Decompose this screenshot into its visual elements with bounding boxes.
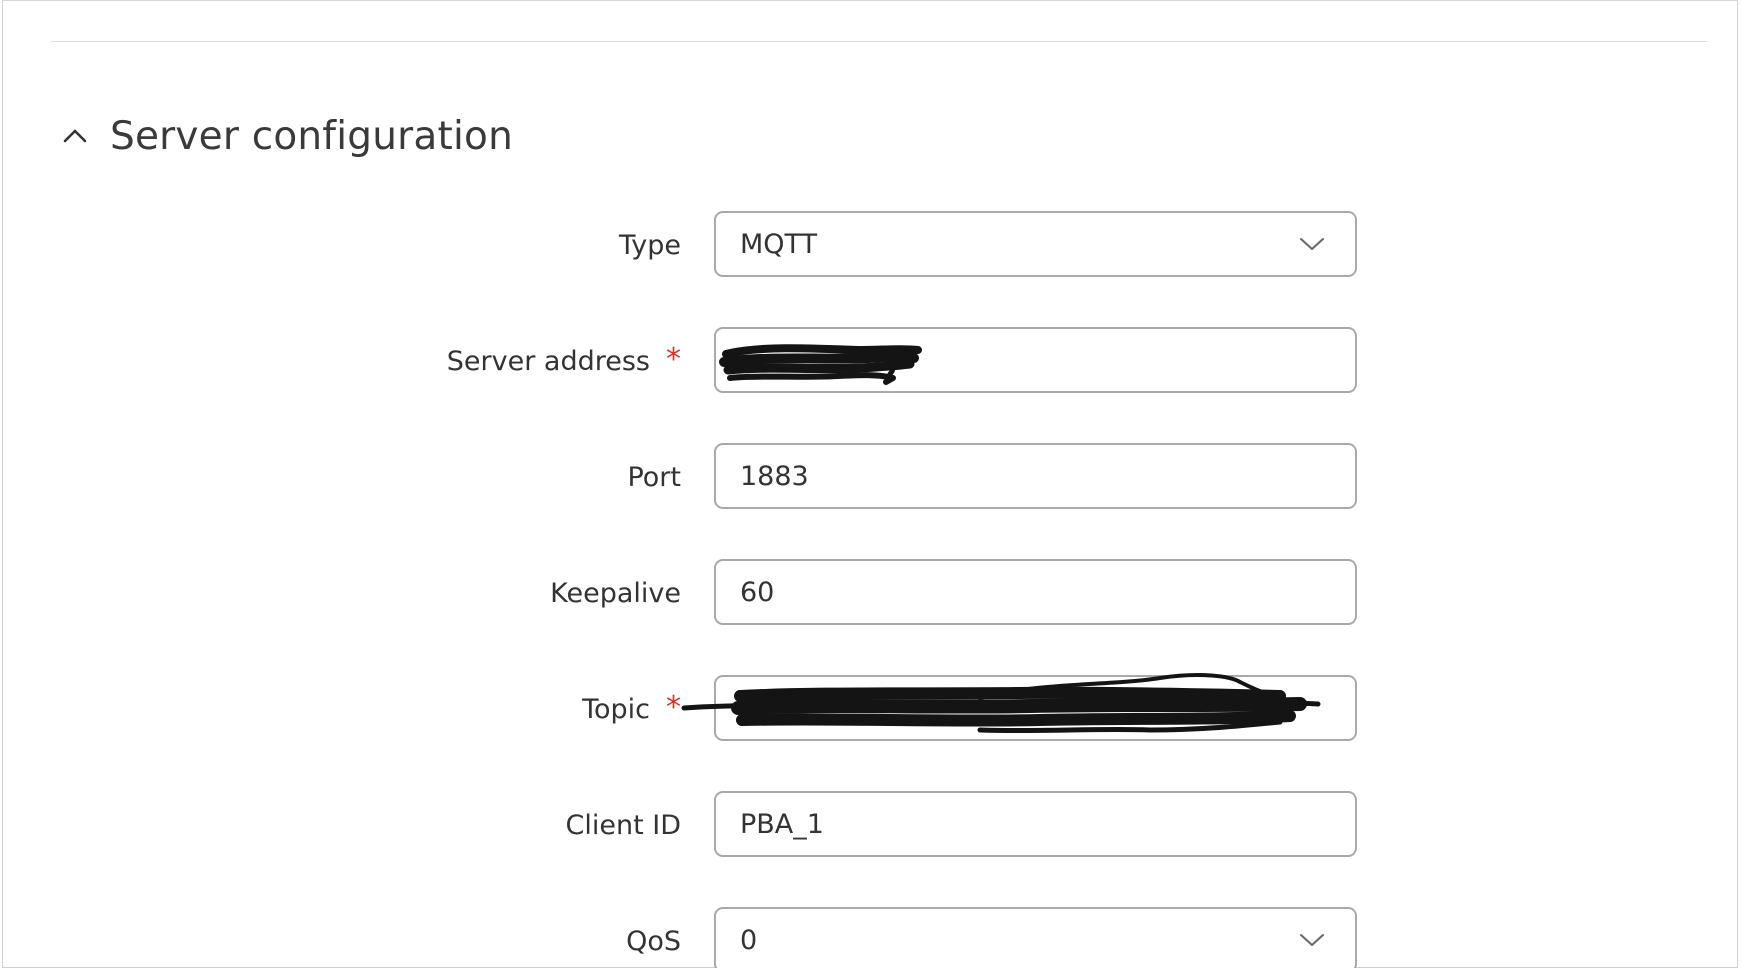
type-select[interactable]: MQTT bbox=[714, 211, 1357, 277]
port-label: Port bbox=[627, 443, 681, 511]
qos-label-text: QoS bbox=[626, 925, 681, 957]
chevron-down-icon bbox=[1300, 934, 1324, 946]
topic-input[interactable] bbox=[714, 675, 1357, 741]
qos-select[interactable]: 0 bbox=[714, 907, 1357, 973]
port-input[interactable]: 1883 bbox=[714, 443, 1357, 509]
form-row-server-address: Server address * bbox=[0, 327, 1742, 395]
form-row-type: Type MQTT bbox=[0, 211, 1742, 279]
section-header-server-configuration[interactable]: Server configuration bbox=[60, 106, 513, 166]
client-id-label: Client ID bbox=[565, 791, 681, 859]
client-id-label-text: Client ID bbox=[565, 809, 681, 841]
required-asterisk: * bbox=[666, 341, 681, 377]
qos-label: QoS bbox=[626, 907, 681, 975]
topic-label-text: Topic bbox=[582, 693, 650, 725]
topic-label: Topic * bbox=[582, 675, 681, 743]
type-label-text: Type bbox=[618, 229, 681, 261]
section-title: Server configuration bbox=[110, 113, 513, 159]
keepalive-value: 60 bbox=[740, 576, 775, 608]
viewport-bottom-edge bbox=[0, 968, 1742, 980]
chevron-down-icon bbox=[1300, 238, 1324, 250]
client-id-value: PBA_1 bbox=[740, 808, 824, 840]
keepalive-input[interactable]: 60 bbox=[714, 559, 1357, 625]
type-select-value: MQTT bbox=[740, 228, 818, 260]
form-row-client-id: Client ID PBA_1 bbox=[0, 791, 1742, 859]
server-address-label-text: Server address bbox=[446, 345, 650, 377]
keepalive-label-text: Keepalive bbox=[550, 577, 681, 609]
keepalive-label: Keepalive bbox=[550, 559, 681, 627]
form-row-topic: Topic * bbox=[0, 675, 1742, 743]
section-divider bbox=[51, 41, 1707, 42]
chevron-up-icon[interactable] bbox=[60, 121, 90, 151]
port-value: 1883 bbox=[740, 460, 809, 492]
port-label-text: Port bbox=[627, 461, 681, 493]
client-id-input[interactable]: PBA_1 bbox=[714, 791, 1357, 857]
form-row-qos: QoS 0 bbox=[0, 907, 1742, 975]
required-asterisk: * bbox=[666, 689, 681, 725]
form-row-keepalive: Keepalive 60 bbox=[0, 559, 1742, 627]
type-label: Type bbox=[619, 211, 681, 279]
server-address-input[interactable] bbox=[714, 327, 1357, 393]
qos-select-value: 0 bbox=[740, 924, 758, 956]
server-address-label: Server address * bbox=[447, 327, 681, 395]
form-row-port: Port 1883 bbox=[0, 443, 1742, 511]
